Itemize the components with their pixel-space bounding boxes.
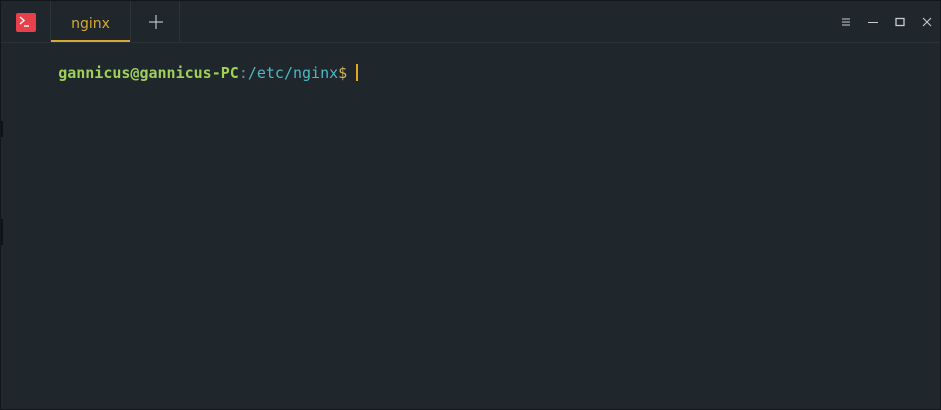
prompt-symbol: $ xyxy=(338,64,348,82)
terminal-window: nginx gannicus@gannicus-PC:/etc/nginx$ xyxy=(0,0,941,410)
menu-button[interactable] xyxy=(839,15,853,29)
prompt-separator: : xyxy=(238,64,248,82)
terminal-app-icon[interactable] xyxy=(16,13,36,32)
plus-icon xyxy=(149,15,163,29)
terminal-output-area[interactable]: gannicus@gannicus-PC:/etc/nginx$ xyxy=(1,43,940,409)
close-icon xyxy=(922,17,932,27)
maximize-button[interactable] xyxy=(893,15,907,29)
close-button[interactable] xyxy=(920,15,934,29)
title-bar: nginx xyxy=(1,1,940,43)
tab-label: nginx xyxy=(71,16,110,32)
prompt-user-host: gannicus@gannicus-PC xyxy=(58,64,239,82)
menu-icon xyxy=(842,18,850,26)
prompt-path: /etc/nginx xyxy=(247,64,339,82)
terminal-icon xyxy=(19,16,29,27)
text-cursor xyxy=(356,64,359,81)
minimize-icon xyxy=(868,22,878,23)
prompt-line: gannicus@gannicus-PC:/etc/nginx$ xyxy=(4,43,359,82)
window-edge xyxy=(1,219,3,245)
maximize-icon xyxy=(895,17,905,27)
active-tab-indicator xyxy=(51,40,130,42)
new-tab-button[interactable] xyxy=(132,1,180,42)
minimize-button[interactable] xyxy=(866,15,880,29)
window-edge xyxy=(1,121,3,137)
tab-nginx[interactable]: nginx xyxy=(50,1,131,42)
